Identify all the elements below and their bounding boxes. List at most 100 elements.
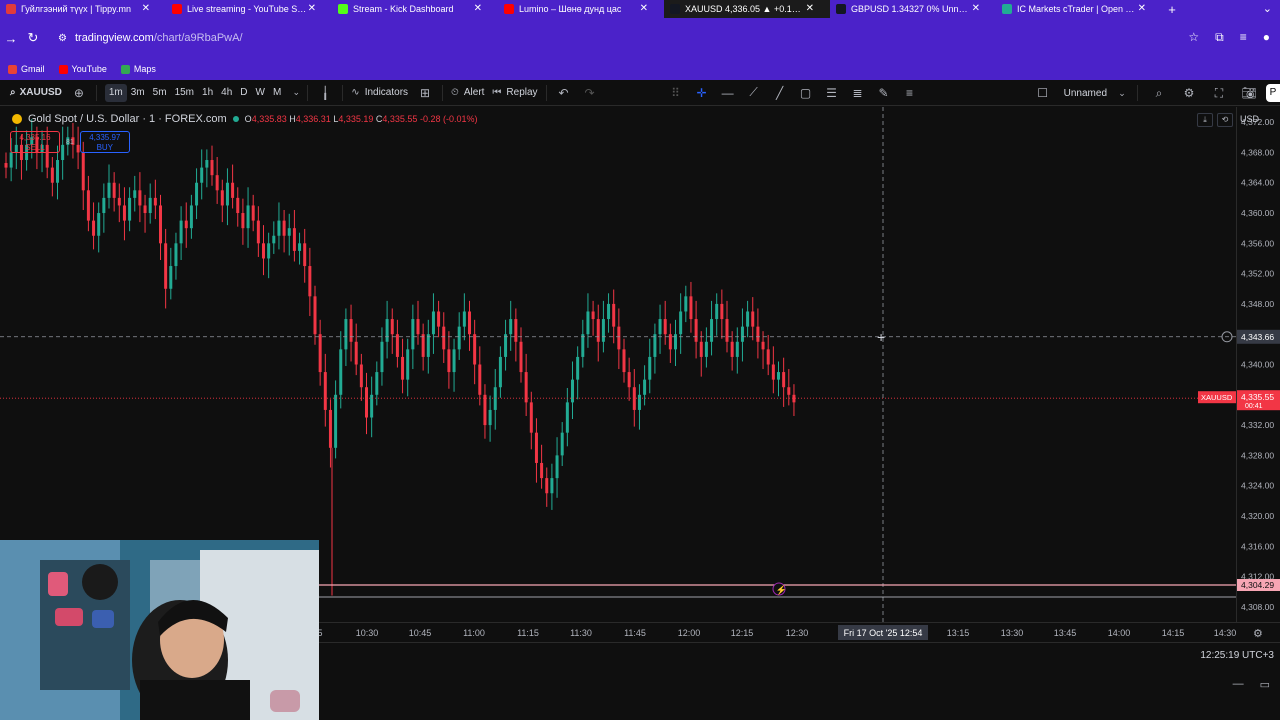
candle [622, 338, 626, 383]
timeframe-1m[interactable]: 1m [104, 83, 127, 102]
reload-icon[interactable]: ↻ [22, 30, 44, 46]
ray-tool-icon[interactable]: ╱ [767, 86, 793, 100]
candle-body [390, 319, 394, 335]
bookmark-gmail[interactable]: Gmail [8, 64, 45, 74]
bookmark-star-icon[interactable]: ☆ [1188, 30, 1199, 45]
redo-icon[interactable]: ↷ [577, 86, 603, 100]
layout-square-icon[interactable]: ☐ [1030, 86, 1056, 100]
browser-tab[interactable]: IC Markets cTrader | Open Trading✕ [996, 0, 1162, 18]
scroll-to-latest-icon[interactable]: ⤓ [1197, 113, 1213, 127]
browser-tab[interactable]: XAUUSD 4,336.05 ▲ +0.18% Unnamed✕ [664, 0, 830, 18]
candle-countdown-label: 00:41 [1245, 403, 1263, 410]
price-scale[interactable]: 4,372.00 4,368.00 4,364.00 4,360.00 4,356.00… [1236, 107, 1280, 622]
brush-tool-icon[interactable]: ✎ [871, 86, 897, 100]
tab-close-icon[interactable]: ✕ [972, 3, 980, 14]
browser-tab[interactable]: Stream - Kick Dashboard ✕ [332, 0, 498, 18]
symbol-description[interactable]: Gold Spot / U.S. Dollar · 1 · FOREX.com [28, 113, 227, 125]
media-icon[interactable]: ≡ [1240, 30, 1247, 45]
candle [462, 293, 466, 341]
templates-grid-icon[interactable]: ⊞ [412, 86, 438, 100]
candle [473, 319, 477, 385]
buy-button[interactable]: 4,335.97 BUY [79, 131, 130, 153]
candle [498, 346, 502, 398]
high-value: 4,336.31 [295, 114, 331, 124]
publish-button[interactable]: P [1266, 84, 1280, 102]
profile-icon[interactable]: ● [1263, 30, 1270, 45]
toolbar-divider [307, 84, 309, 101]
webcam-feed-image [0, 540, 319, 720]
timeframe-m[interactable]: M [269, 84, 285, 102]
reset-scale-icon[interactable]: ⟲ [1217, 113, 1233, 127]
tab-close-icon[interactable]: ✕ [308, 3, 316, 14]
candle-body [262, 243, 265, 259]
tab-close-icon[interactable]: ✕ [142, 3, 150, 14]
tab-close-icon[interactable]: ✕ [640, 3, 648, 14]
sell-price: 4,335.16 [19, 133, 51, 142]
candle [174, 232, 178, 280]
timeframe-1h[interactable]: 1h [198, 84, 217, 102]
bookmark-maps[interactable]: Maps [120, 64, 156, 74]
quick-search-icon[interactable]: ⌕ [1146, 86, 1172, 101]
extensions-icon[interactable]: ⧉ [1215, 30, 1224, 45]
undo-icon[interactable]: ↶ [551, 86, 577, 100]
candle-body [272, 235, 276, 244]
candle [612, 289, 616, 344]
currency-label[interactable]: USD [1240, 114, 1259, 124]
compare-symbol-icon[interactable]: ⊕ [66, 86, 92, 100]
drag-handle-icon[interactable]: ⠿ [663, 86, 689, 100]
candle [596, 304, 600, 362]
candle [210, 145, 214, 186]
timeframe-3m[interactable]: 3m [127, 84, 149, 102]
footer-clock[interactable]: 12:25:19 UTC+3 [1200, 650, 1274, 661]
new-tab-icon[interactable]: + [1162, 2, 1182, 17]
candle-body [643, 379, 647, 395]
crosshair-tool-icon[interactable]: ✛ [689, 86, 715, 100]
more-tools-icon[interactable]: ≡ [897, 86, 923, 100]
tab-close-icon[interactable]: ✕ [474, 3, 482, 14]
sell-button[interactable]: 4,335.16 SELL [10, 131, 60, 153]
timeframe-5m[interactable]: 5m [149, 84, 171, 102]
timeframe-w[interactable]: W [252, 84, 269, 102]
tab-search-icon[interactable]: ⌄ [1263, 2, 1272, 15]
timeframe-dropdown-icon[interactable]: ⌄ [289, 87, 303, 98]
candle-body [766, 349, 770, 365]
tab-close-icon[interactable]: ✕ [806, 3, 814, 14]
timeframe-d[interactable]: D [236, 84, 251, 102]
minimize-panel-icon[interactable]: — [1233, 678, 1244, 691]
layout-name[interactable]: Unnamed [1060, 80, 1111, 106]
browser-tab[interactable]: GBPUSD 1.34327 0% Unnamed ✕ [830, 0, 996, 18]
time-scale-settings-icon[interactable]: ⚙ [1253, 628, 1263, 640]
symbol-search-button[interactable]: ⌕ XAUUSD [0, 80, 66, 106]
tab-close-icon[interactable]: ✕ [1138, 3, 1146, 14]
replay-button[interactable]: ⏮ Replay [488, 80, 541, 106]
alert-button[interactable]: ⏲ Alert [447, 80, 488, 106]
settings-gear-icon[interactable]: ⚙ [1176, 86, 1202, 100]
layout-dropdown-icon[interactable]: ⌄ [1115, 88, 1129, 99]
bookmark-youtube[interactable]: YouTube [58, 64, 107, 74]
candle [406, 338, 410, 397]
snapshot-camera-icon[interactable]: 📷︎ [1236, 86, 1262, 100]
channel-tool-icon[interactable]: ≣ [845, 86, 871, 100]
indicators-button[interactable]: ∿ Indicators [347, 80, 412, 106]
browser-tab[interactable]: Гуйлгээний түүх | Tippy.mn ✕ [0, 0, 166, 18]
candle [267, 232, 271, 279]
url-field[interactable]: ⚙ tradingview.com/chart/a9RbaPwA/ [50, 26, 1190, 50]
candle-body [117, 197, 121, 206]
site-info-icon[interactable]: ⚙ [58, 33, 67, 44]
forward-icon[interactable]: → [0, 31, 22, 46]
candle [607, 293, 611, 333]
horizontal-line-tool-icon[interactable]: — [715, 86, 741, 100]
maximize-panel-icon[interactable]: ▭ [1260, 678, 1270, 691]
candle-style-icon[interactable]: ╽ [312, 86, 338, 100]
fullscreen-icon[interactable]: ⛶ [1206, 86, 1232, 101]
timeframe-15m[interactable]: 15m [171, 84, 198, 102]
candle-body [426, 334, 430, 357]
trend-tool-icon[interactable]: ⟋ [741, 85, 767, 100]
rectangle-tool-icon[interactable]: ▢ [793, 86, 819, 100]
candle [246, 187, 250, 248]
browser-tab[interactable]: Lumino – Шөнө дунд цас ✕ [498, 0, 664, 18]
fib-tool-icon[interactable]: ☰ [819, 86, 845, 100]
timeframe-4h[interactable]: 4h [217, 84, 236, 102]
candle-body [128, 197, 132, 221]
browser-tab[interactable]: Live streaming - YouTube Studio ✕ [166, 0, 332, 18]
